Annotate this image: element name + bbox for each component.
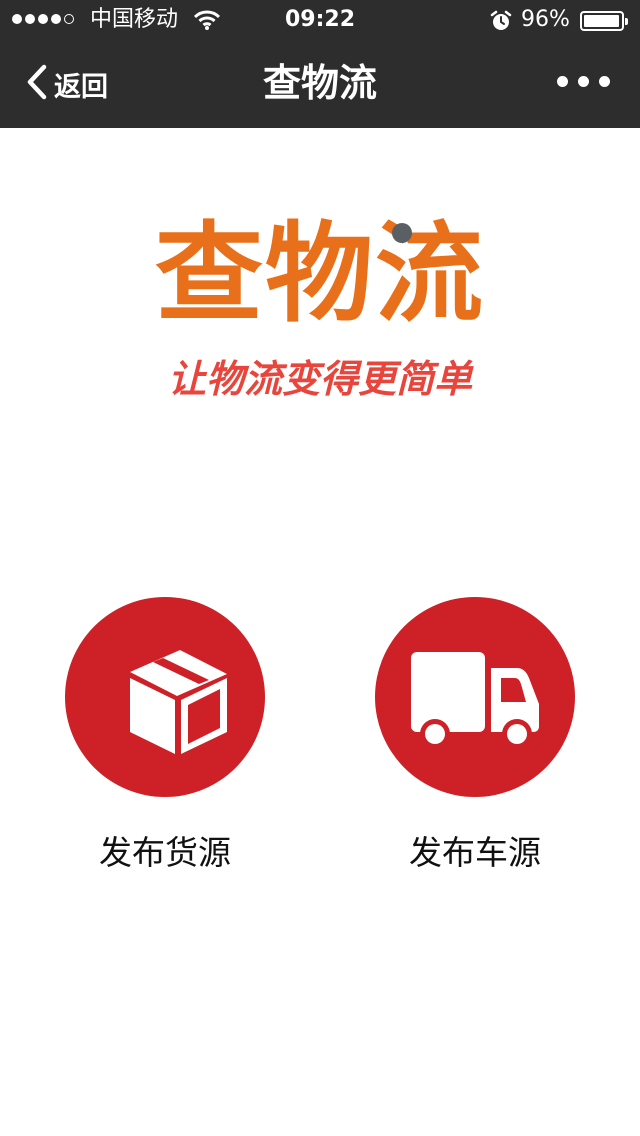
battery-icon — [580, 11, 628, 31]
publish-cargo-circle — [65, 597, 265, 797]
signal-dot — [38, 14, 48, 24]
chevron-left-icon — [26, 64, 48, 104]
more-dot — [557, 76, 568, 87]
back-button[interactable]: 返回 — [26, 62, 108, 106]
signal-dot — [51, 14, 61, 24]
brand-logo: 查物流 让物流变得更简单 — [120, 215, 520, 415]
more-dot — [578, 76, 589, 87]
publish-vehicle-circle — [375, 597, 575, 797]
logo-slogan: 让物流变得更简单 — [167, 357, 472, 401]
publish-cargo-button[interactable]: 发布货源 — [65, 597, 265, 881]
carrier-name: 中国移动 — [90, 7, 179, 32]
logo-wordmark: 查物流 — [154, 212, 485, 337]
wifi-icon — [193, 10, 221, 34]
signal-dot — [12, 14, 22, 24]
navigation-bar: 返回 查物流 — [0, 40, 640, 128]
truck-icon — [411, 652, 539, 749]
alarm-icon — [490, 10, 512, 36]
publish-vehicle-label: 发布车源 — [409, 833, 541, 872]
battery-nub — [625, 18, 628, 25]
status-bar: 中国移动 09:22 96% — [0, 0, 640, 40]
signal-strength-icon — [12, 14, 74, 24]
box-icon — [130, 650, 227, 754]
logo-dot — [392, 223, 412, 243]
more-dot — [599, 76, 610, 87]
battery-fill — [584, 15, 619, 27]
more-options-button[interactable] — [553, 70, 614, 93]
signal-dot-empty — [64, 14, 74, 24]
back-label: 返回 — [54, 71, 108, 103]
publish-vehicle-button[interactable]: 发布车源 — [375, 597, 575, 881]
battery-percent: 96% — [521, 7, 570, 32]
publish-cargo-label: 发布货源 — [99, 833, 231, 872]
signal-dot — [25, 14, 35, 24]
